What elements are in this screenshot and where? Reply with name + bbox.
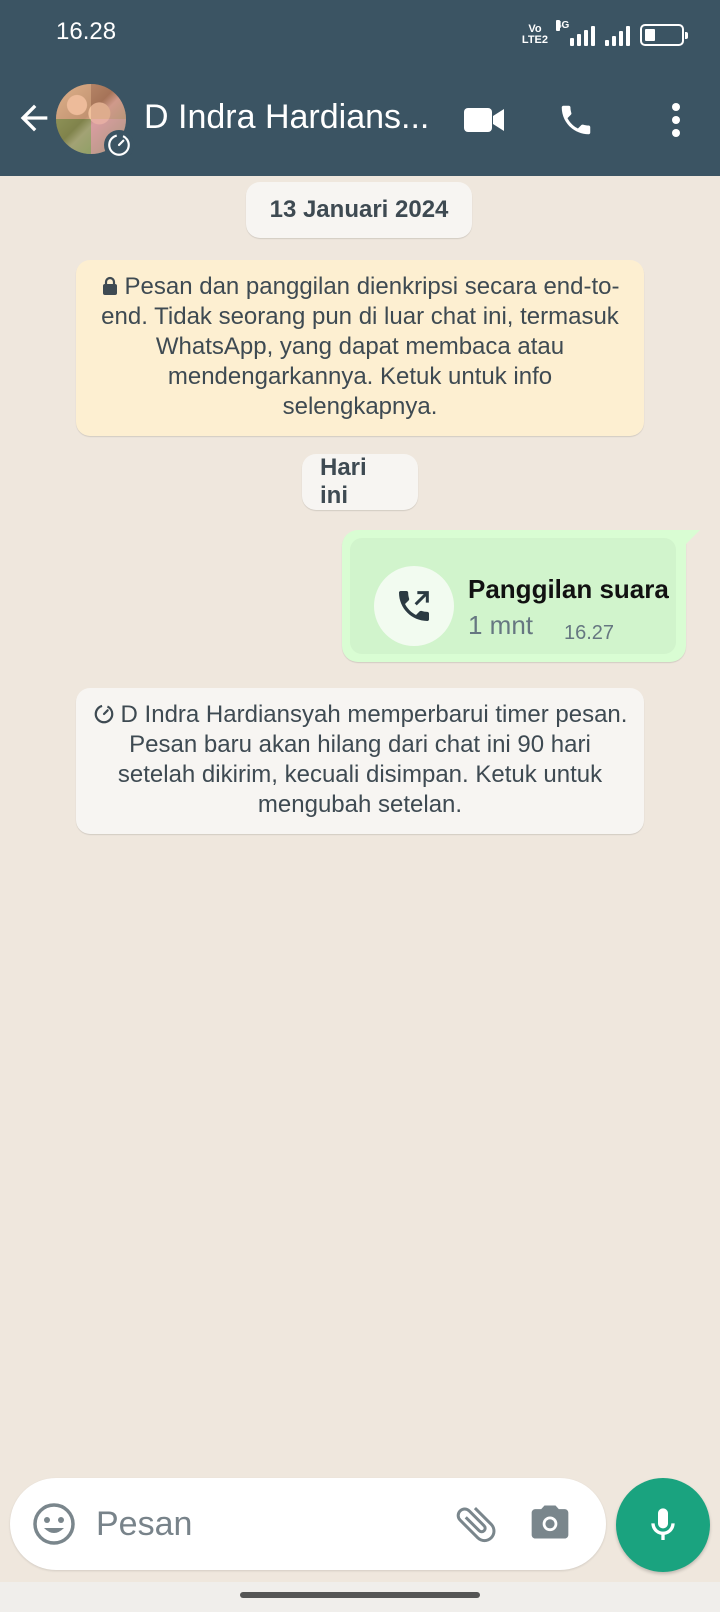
contact-name[interactable]: D Indra Hardians...: [144, 98, 444, 137]
emoji-icon[interactable]: [30, 1500, 78, 1548]
call-title: Panggilan suara: [468, 574, 669, 604]
chat-header: D Indra Hardians...: [0, 66, 720, 176]
video-camera-icon[interactable]: [460, 96, 508, 144]
disappearing-timer-icon: [94, 704, 113, 724]
mic-icon: [651, 1508, 675, 1540]
status-time: 16.28: [56, 18, 117, 45]
outgoing-call-icon: [374, 566, 454, 646]
today-chip: Hari ini: [302, 454, 418, 510]
back-arrow-icon[interactable]: [14, 98, 54, 138]
home-indicator[interactable]: [240, 1592, 480, 1598]
lock-icon: [102, 276, 117, 295]
signal-4g-icon: 4G: [556, 20, 595, 46]
disappearing-timer-icon: [104, 130, 134, 160]
phone-icon[interactable]: [552, 96, 600, 144]
battery-icon: [640, 24, 688, 46]
attachment-icon[interactable]: [452, 1500, 500, 1548]
gesture-nav-bar: [0, 1582, 720, 1612]
chat-area[interactable]: 13 Januari 2024 Pesan dan panggilan dien…: [0, 176, 720, 1476]
status-bar: 16.28 Vo LTE2 4G: [0, 0, 720, 66]
camera-icon[interactable]: [528, 1500, 576, 1548]
network-type-label: 4G: [556, 20, 570, 31]
top-bar: 16.28 Vo LTE2 4G D Indra Hardians...: [0, 0, 720, 176]
date-chip: 13 Januari 2024: [246, 182, 472, 238]
call-duration: 1 mnt: [468, 610, 534, 640]
mic-button[interactable]: [616, 1478, 710, 1572]
signal-icon: [605, 24, 630, 46]
volte-icon: Vo LTE2: [521, 23, 548, 46]
timer-update-text: D Indra Hardiansyah memperbarui timer pe…: [117, 701, 628, 818]
message-input-bar: [10, 1478, 606, 1570]
message-input[interactable]: [96, 1500, 416, 1548]
encryption-text: Pesan dan panggilan dienkripsi secara en…: [101, 273, 620, 420]
encryption-notice[interactable]: Pesan dan panggilan dienkripsi secara en…: [76, 260, 644, 436]
message-time: 16.27: [564, 622, 615, 644]
more-vert-icon[interactable]: [652, 96, 700, 144]
voice-call-message[interactable]: Panggilan suara 1 mnt 16.27: [342, 530, 700, 662]
status-icons: Vo LTE2 4G: [521, 20, 688, 46]
timer-update-notice[interactable]: D Indra Hardiansyah memperbarui timer pe…: [76, 688, 644, 834]
